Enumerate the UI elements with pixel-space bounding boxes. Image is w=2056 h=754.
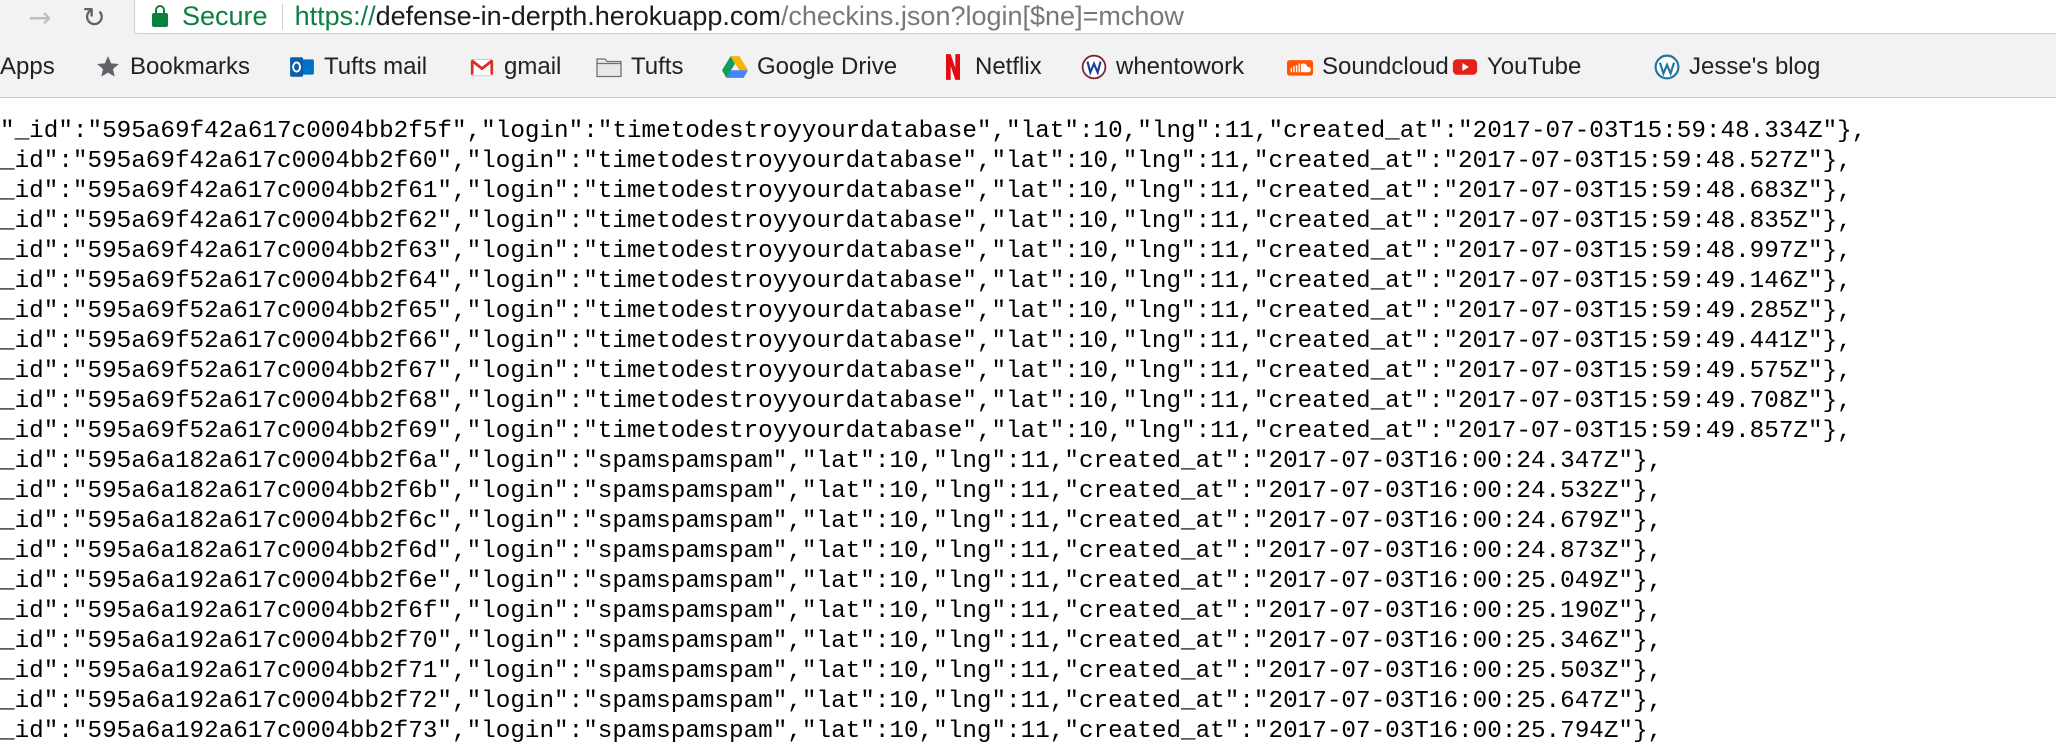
bookmark-jesses-blog[interactable]: Jesse's blog bbox=[1654, 50, 1820, 84]
bookmark-bookmarks[interactable]: Bookmarks bbox=[95, 50, 250, 84]
json-line: _id":"595a69f52a617c0004bb2f66","login":… bbox=[0, 328, 1852, 355]
gmail-icon bbox=[469, 54, 495, 80]
bookmark-label: Google Drive bbox=[757, 53, 898, 80]
bookmark-soundcloud[interactable]: Soundcloud bbox=[1287, 50, 1449, 84]
json-line: "_id":"595a69f42a617c0004bb2f5f","login"… bbox=[0, 118, 1867, 145]
json-line: _id":"595a6a192a617c0004bb2f71","login":… bbox=[0, 658, 1663, 685]
json-line: _id":"595a6a182a617c0004bb2f6d","login":… bbox=[0, 538, 1663, 565]
reload-icon[interactable]: ↻ bbox=[74, 0, 114, 34]
bookmark-label: Soundcloud bbox=[1322, 53, 1449, 80]
json-line: _id":"595a69f42a617c0004bb2f62","login":… bbox=[0, 208, 1852, 235]
address-bar[interactable]: Secure https://defense-in-derpth.herokua… bbox=[134, 0, 2056, 34]
json-line: _id":"595a69f42a617c0004bb2f61","login":… bbox=[0, 178, 1852, 205]
whentowork-icon bbox=[1081, 54, 1107, 80]
youtube-icon bbox=[1452, 54, 1478, 80]
json-line: _id":"595a69f42a617c0004bb2f63","login":… bbox=[0, 238, 1852, 265]
forward-arrow-icon[interactable]: → bbox=[20, 0, 60, 34]
json-line: _id":"595a6a192a617c0004bb2f72","login":… bbox=[0, 688, 1663, 715]
folder-icon bbox=[596, 54, 622, 80]
bookmark-apps[interactable]: Apps bbox=[0, 50, 55, 84]
netflix-icon bbox=[940, 54, 966, 80]
bookmark-label: Jesse's blog bbox=[1689, 53, 1821, 80]
bookmark-label: Tufts mail bbox=[324, 53, 428, 80]
json-line: _id":"595a69f52a617c0004bb2f65","login":… bbox=[0, 298, 1852, 325]
json-response-body: "_id":"595a69f42a617c0004bb2f5f","login"… bbox=[0, 98, 2056, 754]
bookmark-whentowork[interactable]: whentowork bbox=[1081, 50, 1244, 84]
bookmark-tufts[interactable]: Tufts bbox=[596, 50, 683, 84]
address-bar-divider bbox=[281, 3, 283, 30]
bookmark-youtube[interactable]: YouTube bbox=[1452, 50, 1581, 84]
url-host: defense-in-derpth.herokuapp.com bbox=[375, 1, 781, 31]
bookmark-tufts-mail[interactable]: Tufts mail bbox=[289, 50, 427, 84]
google-drive-icon bbox=[722, 54, 748, 80]
bookmark-netflix[interactable]: Netflix bbox=[940, 50, 1042, 84]
lock-icon[interactable] bbox=[152, 4, 168, 27]
json-line: _id":"595a6a192a617c0004bb2f70","login":… bbox=[0, 628, 1663, 655]
url-scheme: https:// bbox=[294, 1, 376, 31]
json-line: _id":"595a6a192a617c0004bb2f6f","login":… bbox=[0, 598, 1663, 625]
json-line: _id":"595a69f42a617c0004bb2f60","login":… bbox=[0, 148, 1852, 175]
star-icon bbox=[95, 54, 121, 80]
json-line: _id":"595a6a192a617c0004bb2f73","login":… bbox=[0, 718, 1663, 745]
bookmark-label: gmail bbox=[504, 53, 562, 80]
json-line: _id":"595a6a192a617c0004bb2f6e","login":… bbox=[0, 568, 1663, 595]
bookmark-label: Bookmarks bbox=[130, 53, 251, 80]
url-text[interactable]: https://defense-in-derpth.herokuapp.com/… bbox=[295, 1, 1184, 32]
bookmark-label: Apps bbox=[0, 53, 55, 80]
bookmark-gmail[interactable]: gmail bbox=[469, 50, 561, 84]
outlook-icon bbox=[289, 54, 315, 80]
json-line: _id":"595a69f52a617c0004bb2f67","login":… bbox=[0, 358, 1852, 385]
json-line: _id":"595a69f52a617c0004bb2f68","login":… bbox=[0, 388, 1852, 415]
bookmark-label: whentowork bbox=[1116, 53, 1245, 80]
bookmark-label: YouTube bbox=[1487, 53, 1582, 80]
secure-label[interactable]: Secure bbox=[182, 1, 268, 32]
bookmark-google-drive[interactable]: Google Drive bbox=[722, 50, 897, 84]
url-path: /checkins.json?login[$ne]=mchow bbox=[780, 1, 1184, 31]
wordpress-icon bbox=[1654, 54, 1680, 80]
bookmark-label: Netflix bbox=[975, 53, 1042, 80]
json-line: _id":"595a6a182a617c0004bb2f6c","login":… bbox=[0, 508, 1663, 535]
soundcloud-icon bbox=[1287, 54, 1313, 80]
browser-toolbar: → ↻ Secure https://defense-in-derpth.her… bbox=[0, 0, 2056, 36]
json-line: _id":"595a6a182a617c0004bb2f6b","login":… bbox=[0, 478, 1663, 505]
bookmark-label: Tufts bbox=[631, 53, 684, 80]
bookmarks-bar: Apps Bookmarks Tufts mail gmail Tufts Go… bbox=[0, 36, 2056, 98]
json-line: _id":"595a69f52a617c0004bb2f69","login":… bbox=[0, 418, 1852, 445]
json-line: _id":"595a6a182a617c0004bb2f6a","login":… bbox=[0, 448, 1663, 475]
json-line: _id":"595a69f52a617c0004bb2f64","login":… bbox=[0, 268, 1852, 295]
